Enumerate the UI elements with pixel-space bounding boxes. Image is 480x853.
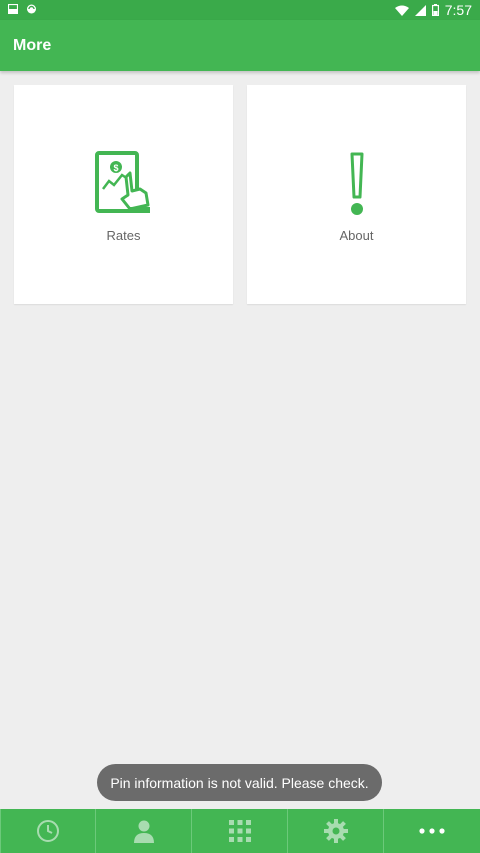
error-toast: Pin information is not valid. Please che… <box>97 764 382 801</box>
nav-settings[interactable] <box>288 809 384 853</box>
bottom-nav <box>0 809 480 853</box>
person-icon <box>133 820 154 843</box>
status-bar: 7:57 <box>0 0 480 20</box>
wifi-icon <box>394 5 409 16</box>
svg-text:$: $ <box>113 163 118 173</box>
sim-card-icon <box>8 4 18 14</box>
sync-icon <box>27 4 36 14</box>
dialpad-icon <box>228 820 251 842</box>
history-icon <box>37 820 59 842</box>
nav-dialpad[interactable] <box>192 809 288 853</box>
page-title: More <box>13 37 52 54</box>
more-icon <box>419 828 445 834</box>
nav-more[interactable] <box>384 809 480 853</box>
battery-icon <box>431 4 439 16</box>
nav-contacts[interactable] <box>96 809 192 853</box>
exclamation-icon <box>347 151 367 222</box>
status-right-icons: 7:57 <box>394 2 472 18</box>
status-left-icons <box>8 3 37 15</box>
about-card[interactable]: About <box>247 85 466 304</box>
status-time: 7:57 <box>444 2 472 18</box>
signal-icon <box>414 4 426 16</box>
about-label: About <box>339 228 374 243</box>
rates-icon: $ <box>94 151 154 220</box>
app-bar: More <box>0 20 480 71</box>
settings-icon <box>323 819 348 843</box>
rates-card[interactable]: $ Rates <box>14 85 233 304</box>
rates-label: Rates <box>106 228 141 243</box>
nav-history[interactable] <box>0 809 96 853</box>
